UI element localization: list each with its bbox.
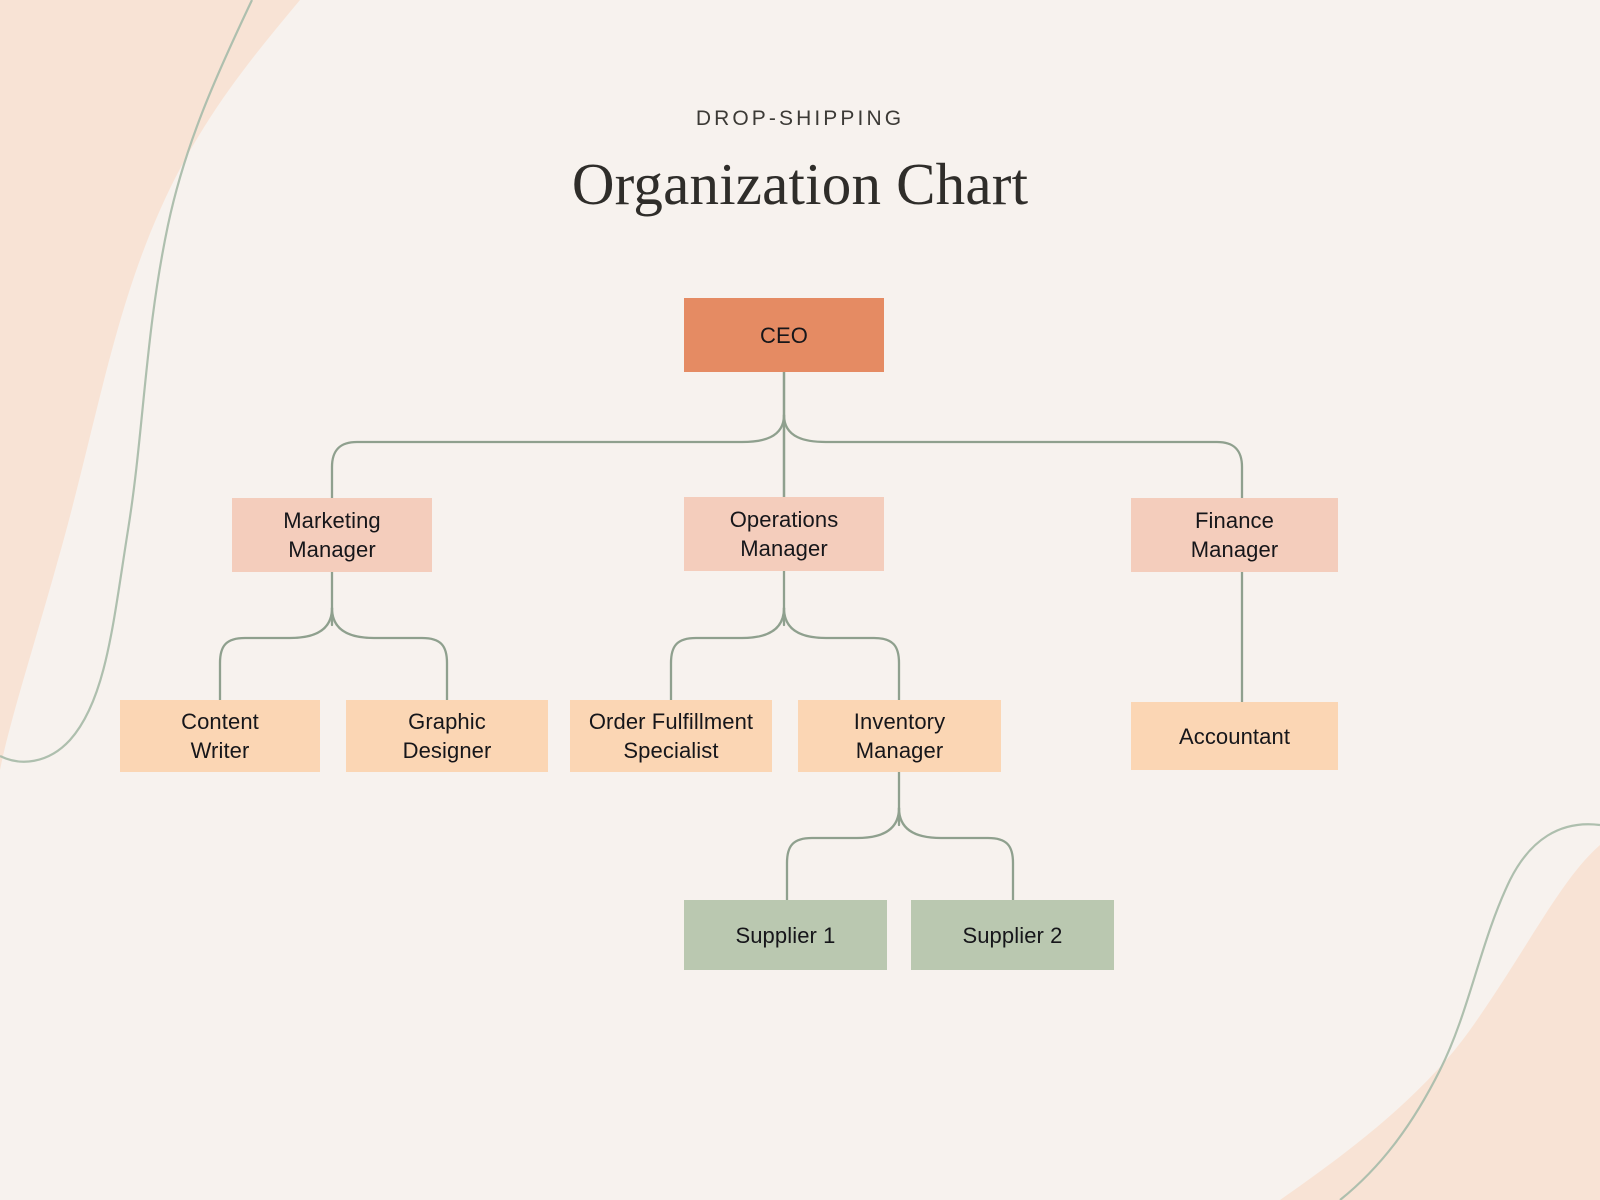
org-node-graphic[interactable]: Graphic Designer [346, 700, 548, 772]
org-node-sup2[interactable]: Supplier 2 [911, 900, 1114, 970]
org-node-fulfill[interactable]: Order Fulfillment Specialist [570, 700, 772, 772]
edge-ceo-to-finance [782, 413, 1244, 500]
edge-operations-to-inventory [782, 606, 901, 702]
org-node-ops[interactable]: Operations Manager [684, 497, 884, 571]
org-node-acct[interactable]: Accountant [1131, 702, 1338, 770]
decor-line-bottom-right [1339, 823, 1600, 1200]
decor-blob-bottom-right [1280, 845, 1600, 1200]
eyebrow-text: DROP-SHIPPING [695, 107, 905, 130]
org-chart-canvas: DROP-SHIPPING Organization Chart CEO Mark… [0, 0, 1600, 1200]
org-node-fin[interactable]: Finance Manager [1131, 498, 1338, 572]
org-node-content[interactable]: Content Writer [120, 700, 320, 772]
edge-operations-to-fulfillment [669, 606, 786, 702]
org-node-inv[interactable]: Inventory Manager [798, 700, 1001, 772]
edge-inventory-to-supplier2 [897, 806, 1015, 902]
page-title: Organization Chart [571, 151, 1029, 217]
org-node-ceo[interactable]: CEO [684, 298, 884, 372]
org-node-mkt[interactable]: Marketing Manager [232, 498, 432, 572]
org-node-sup1[interactable]: Supplier 1 [684, 900, 887, 970]
edge-marketing-to-graphic [330, 606, 449, 702]
edge-inventory-to-supplier1 [785, 806, 901, 902]
chart-header: DROP-SHIPPING Organization Chart [0, 108, 1600, 214]
edge-ceo-to-marketing [330, 413, 786, 500]
edge-marketing-to-content [218, 606, 334, 702]
